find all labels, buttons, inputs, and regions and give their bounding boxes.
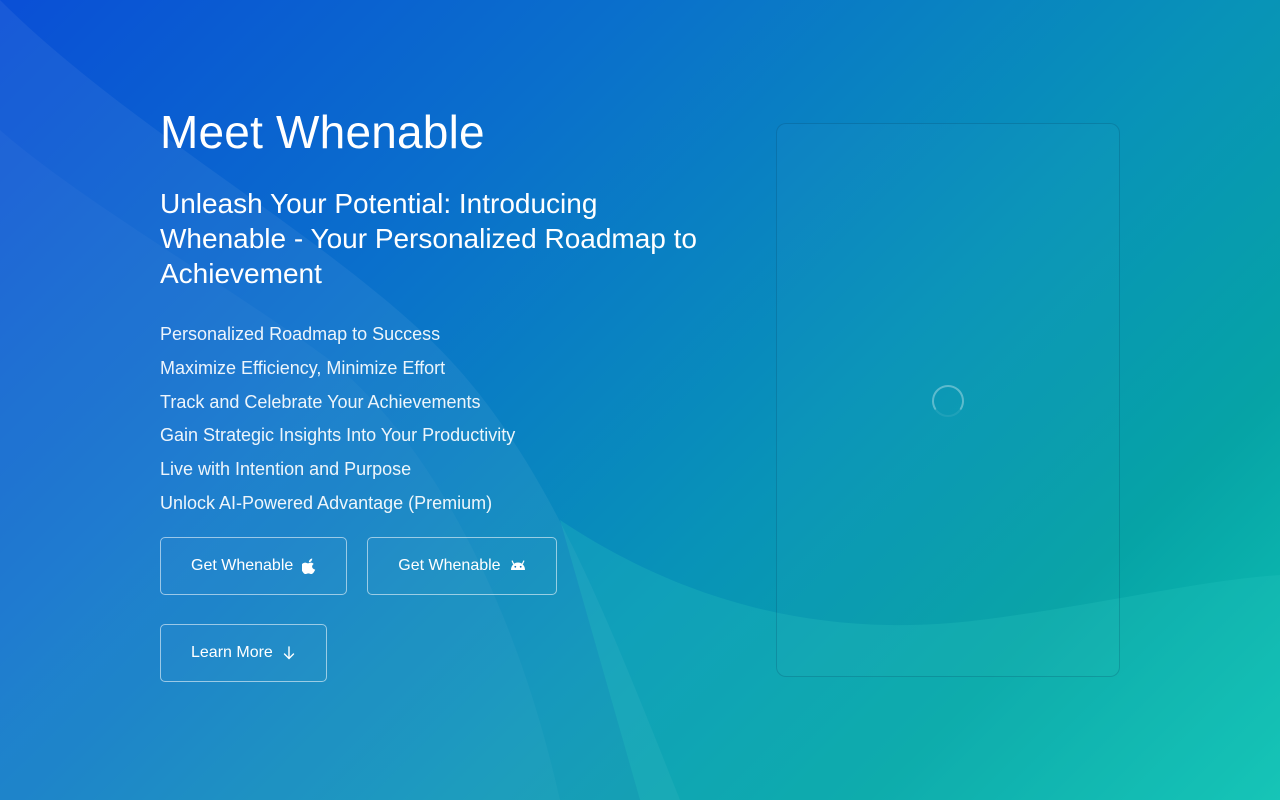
hero-section: Meet Whenable Unleash Your Potential: In… bbox=[160, 104, 720, 682]
feature-item: Unlock AI-Powered Advantage (Premium) bbox=[160, 492, 493, 513]
android-icon bbox=[510, 560, 526, 571]
feature-item: Live with Intention and Purpose bbox=[160, 459, 412, 480]
feature-item: Maximize Efficiency, Minimize Effort bbox=[160, 357, 446, 378]
app-preview-frame bbox=[776, 123, 1120, 677]
get-whenable-android-label: Get Whenable bbox=[398, 556, 501, 574]
hero-subtitle: Unleash Your Potential: Introducing When… bbox=[160, 188, 698, 289]
page-title: Meet Whenable bbox=[160, 106, 485, 158]
get-whenable-ios-button[interactable]: Get Whenable bbox=[160, 536, 348, 595]
get-whenable-android-button[interactable]: Get Whenable bbox=[367, 536, 557, 595]
download-buttons: Get Whenable Get Whenable bbox=[160, 536, 720, 595]
learn-more-label: Learn More bbox=[191, 643, 273, 661]
apple-icon bbox=[302, 558, 316, 574]
get-whenable-ios-label: Get Whenable bbox=[191, 556, 294, 574]
feature-list: Personalized Roadmap to Success Maximize… bbox=[160, 323, 720, 514]
feature-item: Track and Celebrate Your Achievements bbox=[160, 391, 481, 412]
learn-more-button[interactable]: Learn More bbox=[160, 623, 327, 682]
arrow-down-icon bbox=[282, 646, 296, 660]
feature-item: Personalized Roadmap to Success bbox=[160, 324, 441, 344]
feature-item: Gain Strategic Insights Into Your Produc… bbox=[160, 425, 516, 446]
loading-spinner-icon bbox=[932, 384, 964, 417]
